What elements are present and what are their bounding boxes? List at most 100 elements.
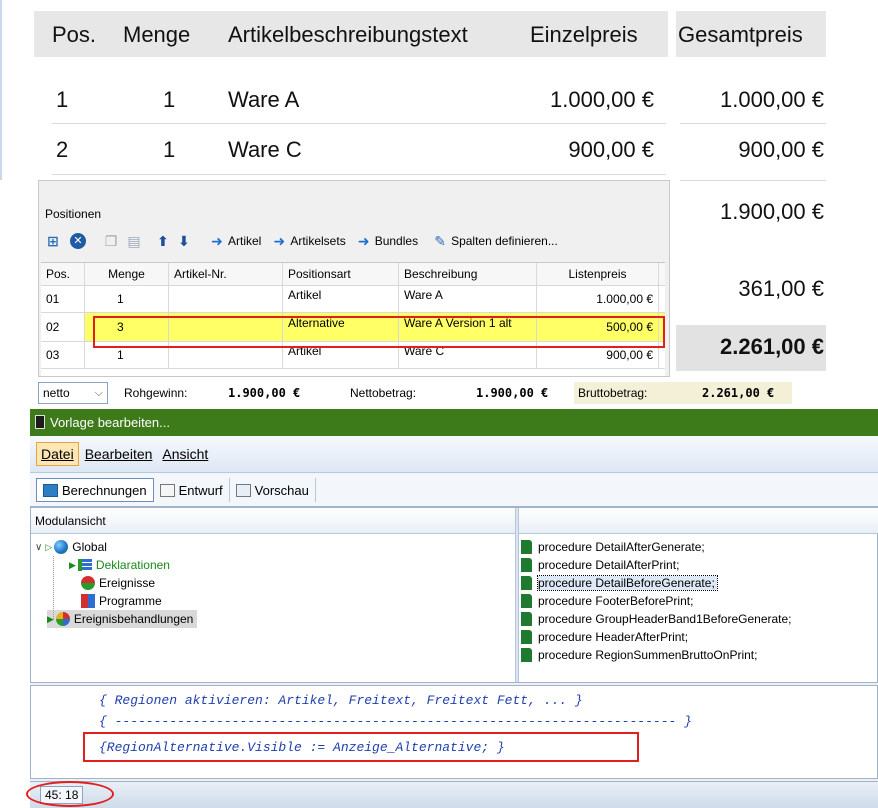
highlight-rectangle: [93, 316, 665, 348]
procedure-icon: [521, 648, 532, 662]
procedure-item[interactable]: procedure DetailBeforeGenerate;: [521, 574, 718, 592]
invoice-row1-total: 1.000,00 €: [720, 87, 824, 112]
nettobetrag-label: Nettobetrag:: [350, 386, 417, 400]
play-icon: ▷: [45, 541, 53, 552]
column-header-menge[interactable]: Menge: [85, 263, 169, 285]
splitter[interactable]: [515, 508, 519, 682]
procedure-icon: [521, 612, 532, 626]
edit-columns-icon: ✎: [434, 233, 446, 249]
column-header-positionsart[interactable]: Positionsart: [283, 263, 399, 285]
play-icon: ▶: [69, 559, 76, 570]
procedure-label: procedure GroupHeaderBand1BeforeGenerate…: [538, 612, 792, 626]
add-bundles-icon: ➜: [357, 233, 370, 249]
table-row[interactable]: 01 1 Artikel Ware A 1.000,00 €: [41, 286, 665, 313]
procedure-item[interactable]: procedure RegionSummenBruttoOnPrint;: [521, 646, 757, 664]
procedure-item[interactable]: procedure DetailAfterPrint;: [521, 556, 679, 574]
tree-connector: [53, 556, 54, 619]
invoice-preview: Pos. Menge Artikelbeschreibungstext Einz…: [0, 0, 878, 181]
invoice-header-total: Gesamtpreis: [678, 22, 803, 47]
invoice-tax: 361,00 €: [738, 276, 824, 301]
tree-label-ereignisbehandlungen: Ereignisbehandlungen: [73, 612, 194, 626]
window-titlebar[interactable]: Vorlage bearbeiten...: [30, 409, 878, 436]
menu-datei[interactable]: Datei: [36, 442, 79, 466]
invoice-header-pos: Pos.: [52, 22, 97, 47]
invoice-header-menge: Menge: [123, 22, 191, 47]
tree-item-deklarationen[interactable]: ▶ Deklarationen: [69, 556, 170, 574]
code-line: { Regionen aktivieren: Artikel, Freitext…: [99, 693, 583, 708]
column-header-pos[interactable]: Pos.: [41, 263, 85, 285]
procedure-item[interactable]: procedure GroupHeaderBand1BeforeGenerate…: [521, 610, 792, 628]
tree-item-programme[interactable]: Programme: [81, 592, 162, 610]
copy-icon[interactable]: ❐: [103, 233, 119, 249]
artikel-button[interactable]: Artikel: [228, 234, 261, 248]
cell-pos: 02: [41, 313, 85, 341]
invoice-row2-desc: Ware C: [228, 137, 302, 162]
netto-select[interactable]: netto ⌵: [38, 382, 108, 404]
procedure-icon: [521, 540, 532, 554]
window-icon: [35, 415, 45, 429]
invoice-header-desc: Artikelbeschreibungstext: [228, 22, 468, 47]
tree-item-ereignisbehandlungen[interactable]: ▶ Ereignisbehandlungen: [47, 610, 198, 628]
menu-bearbeiten[interactable]: Bearbeiten: [81, 443, 157, 465]
invoice-subtotal: 1.900,00 €: [720, 199, 824, 224]
cell-pos: 03: [41, 342, 85, 368]
cell-menge: 1: [85, 286, 169, 312]
bundles-button[interactable]: Bundles: [375, 234, 418, 248]
column-header-beschreibung[interactable]: Beschreibung: [399, 263, 537, 285]
column-header-artikelnr[interactable]: Artikel-Nr.: [169, 263, 283, 285]
rohgewinn-value: 1.900,00 €: [228, 386, 301, 400]
code-line: { --------------------------------------…: [99, 714, 692, 729]
add-artikel-icon: ➜: [211, 233, 223, 249]
invoice-divider: [680, 123, 826, 124]
events-icon: [81, 576, 95, 590]
procedure-item[interactable]: procedure FooterBeforePrint;: [521, 592, 693, 610]
code-editor[interactable]: { Regionen aktivieren: Artikel, Freitext…: [30, 685, 878, 779]
column-header-listenpreis[interactable]: Listenpreis: [537, 263, 659, 285]
highlight-ellipse: [26, 781, 114, 807]
menu-ansicht[interactable]: Ansicht: [158, 443, 212, 465]
tab-berechnungen-label: Berechnungen: [62, 482, 147, 498]
declarations-icon: [77, 559, 92, 571]
procedure-icon: [521, 576, 532, 590]
tree-label-deklarationen: Deklarationen: [95, 558, 170, 572]
status-bar: 45: 18: [26, 781, 878, 808]
paste-icon[interactable]: ▤: [126, 233, 142, 249]
tab-vorschau[interactable]: Vorschau: [230, 478, 316, 502]
preview-icon: [235, 483, 251, 497]
tab-entwurf[interactable]: Entwurf: [154, 478, 230, 502]
tree-label-programme: Programme: [99, 594, 162, 608]
nettobetrag-value: 1.900,00 €: [476, 386, 549, 400]
tree-item-global[interactable]: ∨ ▷ Global: [35, 538, 107, 556]
tab-entwurf-label: Entwurf: [178, 482, 223, 498]
invoice-row2-qty: 1: [163, 137, 176, 162]
define-columns-button[interactable]: Spalten definieren...: [451, 234, 558, 248]
menu-bar: Datei Bearbeiten Ansicht: [30, 436, 878, 473]
cell-listenpreis: 1.000,00 €: [537, 286, 659, 312]
window-title: Vorlage bearbeiten...: [50, 415, 170, 430]
globe-icon: [54, 540, 69, 554]
invoice-divider: [52, 123, 666, 124]
module-view: Modulansicht ∨ ▷ Global ▶ Deklarationen …: [30, 507, 878, 683]
invoice-row2-unit: 900,00 €: [568, 137, 654, 162]
procedure-item[interactable]: procedure HeaderAfterPrint;: [521, 628, 688, 646]
invoice-row1-unit: 1.000,00 €: [550, 87, 654, 112]
tab-berechnungen[interactable]: Berechnungen: [36, 478, 154, 502]
add-row-icon[interactable]: ⊞: [45, 233, 61, 249]
procedure-icon: [521, 558, 532, 572]
move-up-icon[interactable]: ⬆: [155, 233, 171, 249]
procedure-label: procedure FooterBeforePrint;: [538, 594, 694, 608]
procedure-item[interactable]: procedure DetailAfterGenerate;: [521, 538, 705, 556]
positions-title: Positionen: [45, 207, 102, 221]
highlight-rectangle: [83, 732, 639, 762]
bruttobetrag-value: 2.261,00 €: [684, 382, 792, 404]
positions-toolbar: ⊞ ✕ ❐ ▤ ⬆ ⬇ ➜ Artikel ➜ Artikelsets ➜ Bu…: [45, 231, 558, 251]
cell-artikelnr: [169, 286, 283, 312]
delete-icon[interactable]: ✕: [70, 233, 86, 249]
tree-item-ereignisse[interactable]: Ereignisse: [81, 574, 155, 592]
grid-header-row: Pos. Menge Artikel-Nr. Positionsart Besc…: [41, 263, 665, 286]
event-handlers-icon: [55, 612, 70, 626]
move-down-icon[interactable]: ⬇: [176, 233, 192, 249]
tree-label-global: Global: [72, 540, 107, 554]
artikelsets-button[interactable]: Artikelsets: [290, 234, 345, 248]
invoice-grand-total: 2.261,00 €: [720, 334, 824, 359]
